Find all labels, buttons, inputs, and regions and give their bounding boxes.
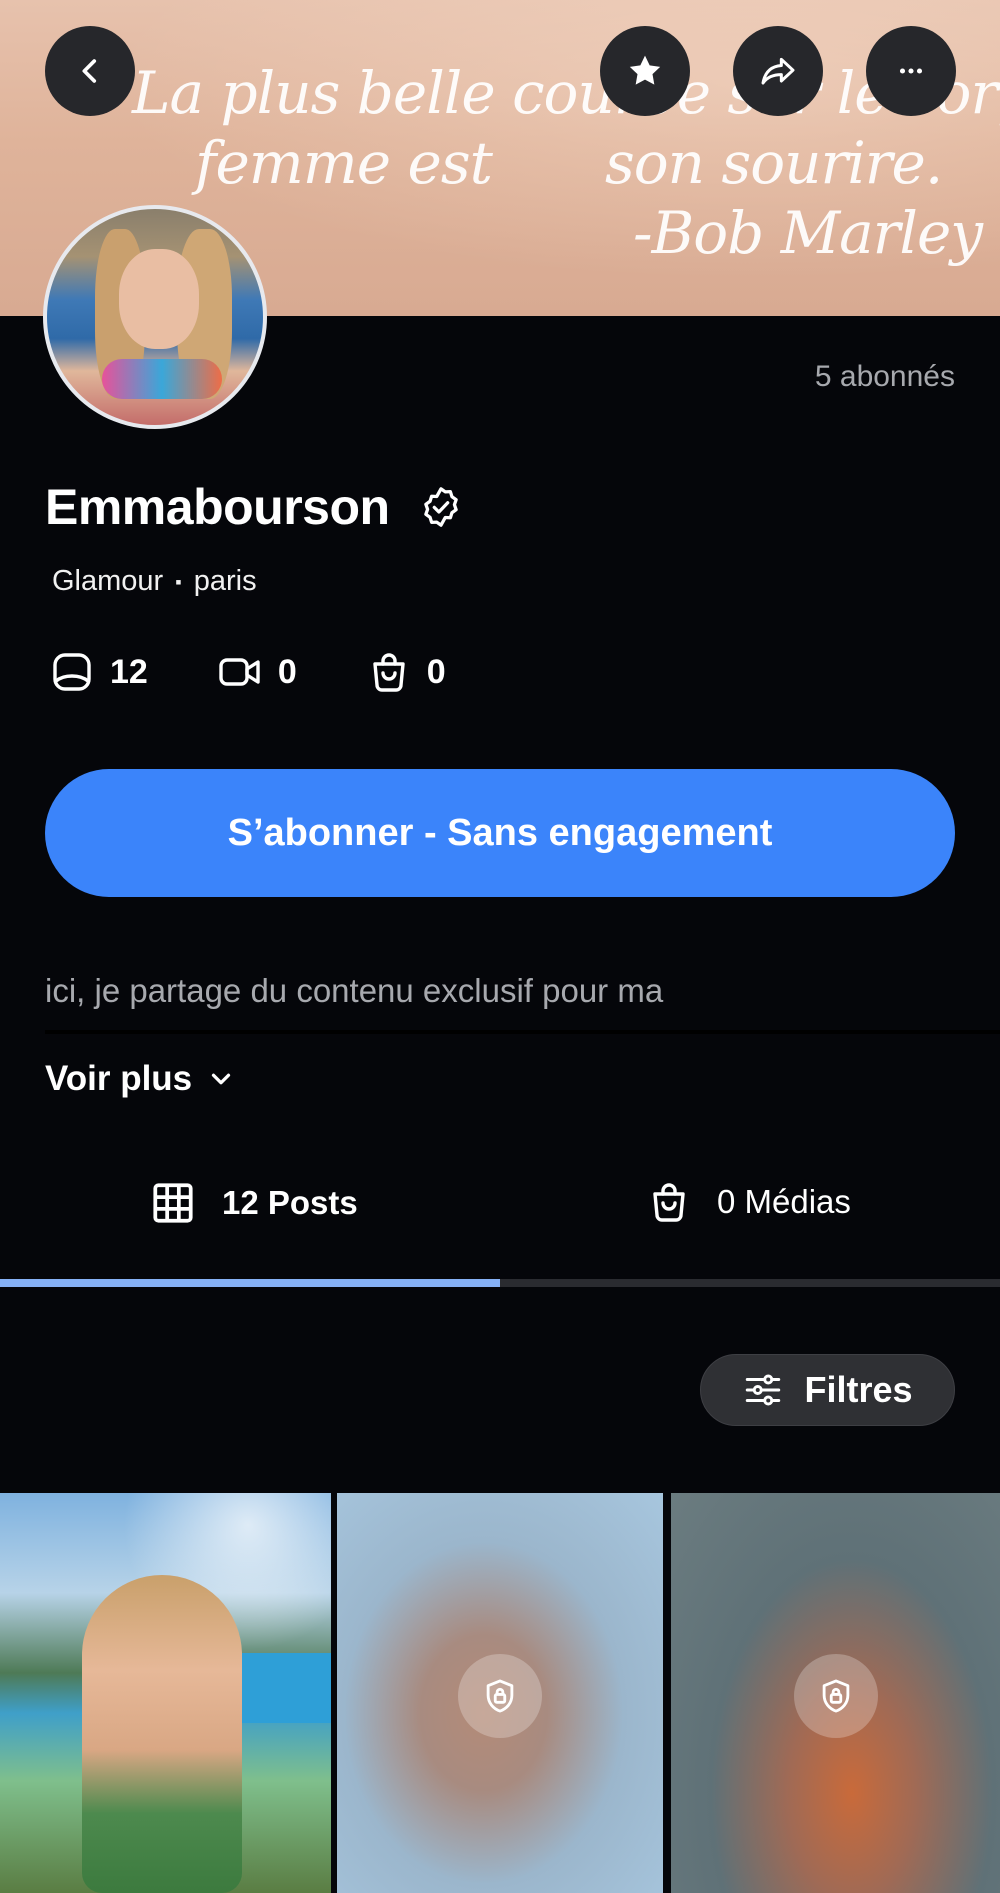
stat-videos: 0 (216, 648, 297, 696)
share-button[interactable] (733, 26, 823, 116)
profile-location: paris (193, 565, 257, 597)
stat-photos: 12 (48, 648, 148, 696)
lock-badge (793, 1654, 878, 1738)
profile-stats: 12 0 0 (48, 648, 514, 696)
stat-products-value: 0 (426, 652, 446, 691)
subscribe-button[interactable]: S’abonner - Sans engagement (45, 769, 955, 897)
profile-meta: Glamour ▪ paris (52, 565, 257, 598)
chevron-down-icon (212, 1073, 231, 1085)
more-options-button[interactable] (866, 26, 956, 116)
quote-line-3: -Bob Marley (633, 199, 983, 267)
grid-icon (153, 1183, 193, 1223)
tab-indicator-active (0, 1279, 500, 1287)
sliders-icon (746, 1374, 781, 1406)
tab-posts-label: Posts (267, 1184, 358, 1221)
stat-products: 0 (365, 648, 446, 696)
tab-media-label: Médias (744, 1183, 851, 1220)
see-more-button[interactable]: Voir plus (45, 1059, 236, 1099)
shopping-bag-icon (653, 1183, 685, 1222)
favorite-button[interactable] (600, 26, 690, 116)
locked-post-thumbnail[interactable] (671, 1493, 1000, 1893)
locked-post-thumbnail[interactable] (337, 1493, 663, 1893)
tab-posts-count: 12 (222, 1184, 259, 1221)
profile-bio: ici, je partage du contenu exclusif pour… (45, 972, 664, 1009)
see-more-label: Voir plus (45, 1059, 193, 1098)
share-icon (761, 57, 795, 85)
more-horizontal-icon (899, 68, 923, 74)
quote-line-2b: son sourire. (605, 129, 943, 197)
filters-label: Filtres (804, 1369, 913, 1410)
meta-separator: ▪ (175, 571, 182, 592)
lock-badge (458, 1654, 542, 1738)
tab-media[interactable]: 0 Médias (645, 1178, 851, 1226)
profile-name-row: Emmabourson (45, 478, 464, 536)
subscriber-count: 5 abonnés (814, 360, 955, 393)
tab-indicator-track (0, 1279, 1000, 1287)
photo-icon (53, 653, 91, 691)
star-icon (629, 55, 661, 85)
profile-category: Glamour (52, 565, 164, 597)
filters-button[interactable]: Filtres (700, 1354, 955, 1426)
posts-grid (0, 1493, 1000, 1893)
bio-fade (45, 1030, 1000, 1034)
lock-shield-icon (486, 1679, 514, 1713)
profile-name: Emmabourson (45, 479, 390, 535)
shopping-bag-icon (373, 653, 405, 692)
lock-shield-icon (822, 1679, 849, 1713)
quote-line-2a: femme est (195, 129, 493, 197)
avatar[interactable] (43, 205, 267, 429)
verified-badge-icon (423, 487, 458, 527)
tab-posts[interactable]: 12 Posts (148, 1178, 358, 1228)
stat-photos-value: 12 (110, 652, 148, 691)
chevron-left-icon (82, 59, 97, 83)
back-button[interactable] (45, 26, 135, 116)
video-icon (219, 658, 260, 686)
stat-videos-value: 0 (277, 652, 297, 691)
post-thumbnail[interactable] (0, 1493, 331, 1893)
tab-media-count: 0 (717, 1183, 736, 1220)
